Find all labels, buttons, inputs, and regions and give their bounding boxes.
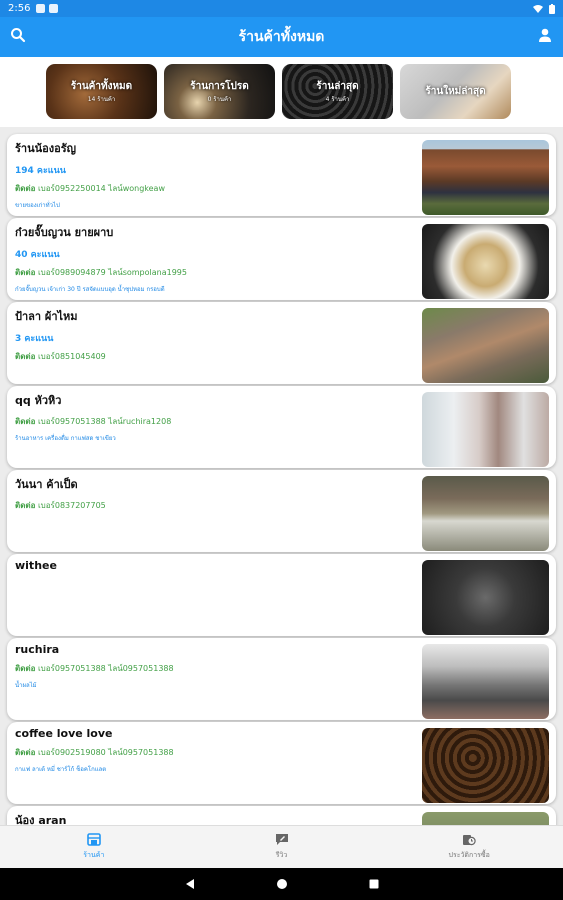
shop-contact: ติดต่อ เบอร์0952250014 ไลน์wongkeaw bbox=[15, 182, 415, 195]
shop-contact: ติดต่อ เบอร์0851045409 bbox=[15, 350, 415, 363]
shop-image bbox=[422, 224, 549, 299]
contact-value: เบอร์0957051388 ไลน์0957051388 bbox=[37, 664, 174, 673]
contact-label: ติดต่อ bbox=[15, 268, 36, 277]
bottom-navigation: ร้านค้า รีวิว ประวัติการซื้อ bbox=[0, 825, 563, 868]
nav-label: รีวิว bbox=[275, 851, 288, 859]
shop-card[interactable]: ก๋วยจั๊บญวน ยายผาบ 40 คะแนน ติดต่อ เบอร์… bbox=[7, 218, 556, 300]
shop-image bbox=[422, 560, 549, 635]
contact-value: เบอร์0902519080 ไลน์0957051388 bbox=[37, 748, 174, 757]
shop-image bbox=[422, 476, 549, 551]
nav-item-stores[interactable]: ร้านค้า bbox=[0, 826, 188, 868]
shop-name: วันนา ค้าเป็ด bbox=[15, 478, 78, 491]
category-count: 4 ร้านค้า bbox=[325, 96, 350, 103]
shop-name: withee bbox=[15, 559, 57, 572]
category-label: ร้านล่าสุด bbox=[316, 81, 359, 92]
category-strip: ร้านค้าทั้งหมด 14 ร้านค้า ร้านการโปรด 0 … bbox=[0, 57, 563, 127]
category-label: ร้านการโปรด bbox=[190, 81, 249, 92]
system-navigation-bar bbox=[0, 868, 563, 900]
notification-icon bbox=[36, 4, 46, 13]
category-favorites[interactable]: ร้านการโปรด 0 ร้านค้า bbox=[164, 64, 275, 119]
shop-contact: ติดต่อ เบอร์0989094879 ไลน์sompolana1995 bbox=[15, 266, 415, 279]
shop-card[interactable]: วันนา ค้าเป็ด ติดต่อ เบอร์0837207705 bbox=[7, 470, 556, 552]
shop-contact: ติดต่อ เบอร์0902519080 ไลน์0957051388 bbox=[15, 746, 415, 759]
shop-image bbox=[422, 308, 549, 383]
history-icon bbox=[463, 835, 476, 846]
category-label: ร้านใหม่ล่าสุด bbox=[425, 86, 486, 97]
nav-item-reviews[interactable]: รีวิว bbox=[188, 826, 376, 868]
contact-value: เบอร์0952250014 ไลน์wongkeaw bbox=[37, 184, 165, 193]
contact-value: เบอร์0957051388 ไลน์ruchira1208 bbox=[37, 417, 172, 426]
home-icon[interactable] bbox=[276, 878, 288, 890]
shop-name: coffee love love bbox=[15, 727, 113, 740]
contact-label: ติดต่อ bbox=[15, 501, 36, 510]
shop-card[interactable]: ruchira ติดต่อ เบอร์0957051388 ไลน์09570… bbox=[7, 638, 556, 720]
shop-contact: ติดต่อ เบอร์0837207705 bbox=[15, 499, 415, 512]
category-label: ร้านค้าทั้งหมด bbox=[70, 81, 133, 92]
shop-image bbox=[422, 644, 549, 719]
contact-value: เบอร์0851045409 bbox=[37, 352, 106, 361]
shop-image bbox=[422, 392, 549, 467]
notification-icon-2 bbox=[49, 4, 59, 13]
app-bar: ร้านค้าทั้งหมด bbox=[0, 17, 563, 57]
contact-label: ติดต่อ bbox=[15, 352, 36, 361]
shop-likes: 194 คะแนน bbox=[15, 166, 66, 176]
wifi-icon bbox=[533, 5, 543, 13]
contact-label: ติดต่อ bbox=[15, 748, 36, 757]
shop-card[interactable]: น้อง aran bbox=[7, 806, 556, 825]
nav-label: ประวัติการซื้อ bbox=[448, 851, 490, 859]
review-icon bbox=[275, 834, 288, 845]
shop-name: ป้าลา ผ้าไหม bbox=[15, 310, 78, 323]
shop-card[interactable]: ป้าลา ผ้าไหม 3 คะแนน ติดต่อ เบอร์0851045… bbox=[7, 302, 556, 384]
category-count: 0 ร้านค้า bbox=[207, 96, 232, 103]
contact-label: ติดต่อ bbox=[15, 664, 36, 673]
shop-likes: 40 คะแนน bbox=[15, 250, 60, 260]
shop-name: ร้านน้องอรัญ bbox=[15, 142, 76, 155]
person-icon[interactable] bbox=[537, 27, 553, 47]
shop-card[interactable]: qq หัวหิว ติดต่อ เบอร์0957051388 ไลน์ruc… bbox=[7, 386, 556, 468]
status-bar: 2:56 bbox=[0, 0, 563, 17]
contact-label: ติดต่อ bbox=[15, 184, 36, 193]
shop-likes: 3 คะแนน bbox=[15, 334, 54, 344]
shop-name: qq หัวหิว bbox=[15, 394, 62, 407]
category-recent[interactable]: ร้านล่าสุด 4 ร้านค้า bbox=[282, 64, 393, 119]
nav-label: ร้านค้า bbox=[83, 851, 105, 859]
shop-name: น้อง aran bbox=[15, 814, 67, 825]
shop-image bbox=[422, 140, 549, 215]
shop-description: ขายของเก่าทั่วไป bbox=[15, 202, 60, 209]
status-time: 2:56 bbox=[8, 3, 31, 14]
shop-contact: ติดต่อ เบอร์0957051388 ไลน์ruchira1208 bbox=[15, 415, 415, 428]
store-icon bbox=[87, 833, 101, 846]
category-all-shops[interactable]: ร้านค้าทั้งหมด 14 ร้านค้า bbox=[46, 64, 157, 119]
recents-icon[interactable] bbox=[368, 878, 380, 890]
back-icon[interactable] bbox=[184, 878, 196, 890]
search-icon[interactable] bbox=[10, 27, 26, 47]
nav-item-history[interactable]: ประวัติการซื้อ bbox=[375, 826, 563, 868]
contact-value: เบอร์0989094879 ไลน์sompolana1995 bbox=[37, 268, 187, 277]
shop-description: ร้านอาหาร เครื่องดื่ม กาแฟสด ชาเขียว bbox=[15, 435, 116, 442]
shop-card[interactable]: coffee love love ติดต่อ เบอร์0902519080 … bbox=[7, 722, 556, 804]
contact-label: ติดต่อ bbox=[15, 417, 36, 426]
shop-card[interactable]: ร้านน้องอรัญ 194 คะแนน ติดต่อ เบอร์09522… bbox=[7, 134, 556, 216]
shop-contact: ติดต่อ เบอร์0957051388 ไลน์0957051388 bbox=[15, 662, 415, 675]
category-newest[interactable]: ร้านใหม่ล่าสุด bbox=[400, 64, 511, 119]
shop-description: น้ำผลไม้ bbox=[15, 682, 37, 689]
battery-icon bbox=[549, 3, 555, 14]
category-count: 14 ร้านค้า bbox=[87, 96, 116, 103]
page-title: ร้านค้าทั้งหมด bbox=[238, 29, 325, 45]
shop-description: กาแฟ ลาเต้ หมี่ ชาร์โก้ ช็อคโกแลต bbox=[15, 766, 107, 773]
shop-list[interactable]: ร้านน้องอรัญ 194 คะแนน ติดต่อ เบอร์09522… bbox=[0, 132, 563, 825]
shop-name: ก๋วยจั๊บญวน ยายผาบ bbox=[15, 226, 114, 239]
contact-value: เบอร์0837207705 bbox=[37, 501, 106, 510]
shop-name: ruchira bbox=[15, 643, 60, 656]
shop-description: ก๋วยจั๊บญวน เจ้าเก่า 30 ปี รสจัดแบบอุด น… bbox=[15, 286, 165, 293]
shop-image bbox=[422, 728, 549, 803]
shop-image bbox=[422, 812, 549, 825]
shop-card[interactable]: withee bbox=[7, 554, 556, 636]
